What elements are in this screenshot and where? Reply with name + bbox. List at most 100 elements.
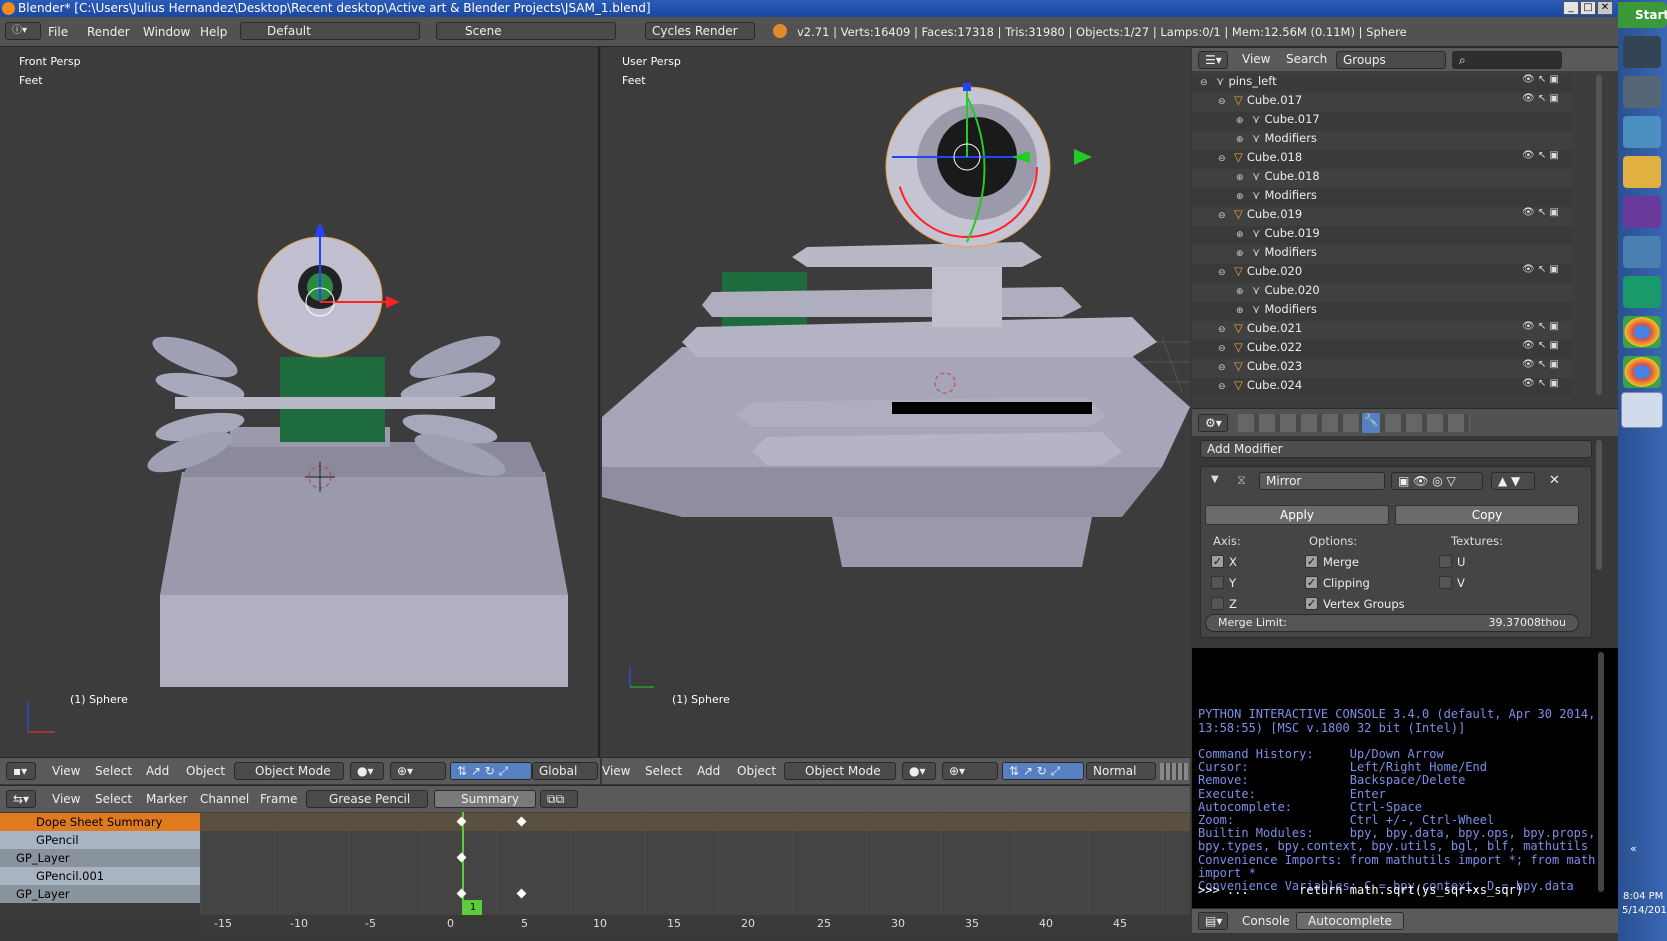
keyframe-icon[interactable] [456,852,467,863]
properties-scrollbar[interactable] [1596,440,1602,570]
menu-object[interactable]: Object [737,764,776,778]
outliner-row[interactable]: ⊕ ⋎ Cube.018 [1192,169,1572,188]
render-engine-select[interactable]: Cycles Render [645,22,755,40]
menu-frame[interactable]: Frame [260,792,297,806]
outliner-row[interactable]: ⊕ ⋎ Modifiers [1192,188,1572,207]
editor-type-icon[interactable]: ⇆▾ [6,790,36,808]
layers-grid-icon[interactable] [1160,763,1188,780]
plus-icon[interactable]: ⊕ [1236,135,1246,145]
outliner-row[interactable]: ⊖ ▽ Cube.018 👁 ↖ ▣ [1192,150,1572,169]
mode-select[interactable]: Object Mode [234,762,344,780]
menu-add[interactable]: Add [697,764,720,778]
editor-type-icon[interactable]: ▪▾ [6,762,36,780]
keyframe-icon[interactable] [516,888,527,899]
visibility-eye-icon[interactable]: 👁 ↖ ▣ [1522,150,1559,161]
plus-icon[interactable]: ⊕ [1236,249,1246,259]
layout-selector[interactable]: Default [240,22,420,40]
expand-arrow-icon[interactable]: ⊖ [1218,363,1228,373]
expand-arrow-icon[interactable]: ⊖ [1218,325,1228,335]
folder-icon[interactable] [1623,156,1661,188]
properties-context-tabs[interactable] [1238,414,1470,432]
shading-select[interactable]: ●▾ [350,762,384,780]
chrome-icon[interactable] [1623,356,1661,388]
outliner-search-input[interactable]: ⌕ [1452,51,1562,69]
outliner-display-select[interactable]: Groups [1336,51,1446,69]
manipulator-toggles[interactable]: ⇅ ↗ ↻ ⤢ [450,762,532,780]
menu-view[interactable]: View [602,764,630,778]
menu-add[interactable]: Add [146,764,169,778]
outliner-row[interactable]: ⊖ ▽ Cube.019 👁 ↖ ▣ [1192,207,1572,226]
outliner-row[interactable]: ⊖ ▽ Cube.023 👁 ↖ ▣ [1192,359,1572,378]
manipulator-toggles[interactable]: ⇅ ↗ ↻ ⤢ [1002,762,1084,780]
apply-button[interactable]: Apply [1205,505,1389,525]
menu-select[interactable]: Select [95,764,132,778]
option-checkbox[interactable]: ✓ [1305,597,1318,610]
menu-view[interactable]: View [52,764,80,778]
outliner-row[interactable]: ⊕ ⋎ Modifiers [1192,245,1572,264]
visibility-eye-icon[interactable]: 👁 ↖ ▣ [1522,74,1559,85]
keyframe-icon[interactable] [456,888,467,899]
expand-tray-icon[interactable]: « [1630,842,1637,855]
menu-file[interactable]: File [48,25,68,39]
copy-button[interactable]: Copy [1395,505,1579,525]
menu-channel[interactable]: Channel [200,792,249,806]
orientation-select[interactable]: Normal [1086,762,1156,780]
axis-checkbox[interactable] [1211,576,1224,589]
scene-selector[interactable]: Scene [436,22,616,40]
orientation-select[interactable]: Global [532,762,598,780]
dopesheet-timeline[interactable]: 1 [200,812,1190,915]
menu-view[interactable]: View [52,792,80,806]
editor-type-icon[interactable]: ⓘ▾ [5,22,41,40]
outliner-row[interactable]: ⊕ ⋎ Cube.019 [1192,226,1572,245]
shading-select[interactable]: ●▾ [902,762,936,780]
editor-type-icon[interactable]: ▤▾ [1198,912,1228,930]
minimize-button[interactable]: _ [1563,1,1579,15]
menu-select[interactable]: Select [95,792,132,806]
visibility-eye-icon[interactable]: 👁 ↖ ▣ [1522,321,1559,332]
wrench-icon[interactable]: 🔧 [1362,413,1380,433]
python-console[interactable]: PYTHON INTERACTIVE CONSOLE 3.4.0 (defaul… [1192,648,1618,908]
frame-ruler[interactable]: -15 -10 -5 0 5 10 15 20 25 30 35 40 45 [200,915,1190,933]
channel-gp-layer[interactable]: GP_Layer [0,885,200,903]
merge-limit-field[interactable]: Merge Limit: 39.37008thou [1205,614,1579,632]
outliner-row[interactable]: ⊖ ▽ Cube.024 👁 ↖ ▣ [1192,378,1572,397]
pivot-select[interactable]: ⊕▾ [390,762,446,780]
outliner-row[interactable]: ⊖ ▽ Cube.017 👁 ↖ ▣ [1192,93,1572,112]
menu-render[interactable]: Render [87,25,130,39]
viewport-front[interactable]: Front Persp Feet (1) Sphere [0,47,600,757]
summary-toggle[interactable]: Summary [434,790,536,808]
editor-type-icon[interactable]: ☰▾ [1198,51,1228,69]
menu-view[interactable]: View [1242,52,1270,66]
outliner-row[interactable]: ⊕ ⋎ Cube.017 [1192,112,1572,131]
visibility-eye-icon[interactable]: 👁 ↖ ▣ [1522,378,1559,389]
pivot-select[interactable]: ⊕▾ [942,762,998,780]
app-icon[interactable] [1623,236,1661,268]
remove-modifier-icon[interactable]: ✕ [1549,473,1560,488]
outliner-scrollbar[interactable] [1596,75,1602,395]
editor-type-icon[interactable]: ⚙▾ [1198,414,1228,432]
expand-arrow-icon[interactable]: ⊖ [1218,268,1228,278]
outliner-row[interactable]: ⊖ ▽ Cube.021 👁 ↖ ▣ [1192,321,1572,340]
app-icon[interactable] [1623,76,1661,108]
plus-icon[interactable]: ⊕ [1236,230,1246,240]
outliner-row[interactable]: ⊖ ⋎ pins_left 👁 ↖ ▣ [1192,74,1572,93]
menu-select[interactable]: Select [645,764,682,778]
visibility-eye-icon[interactable]: 👁 ↖ ▣ [1522,207,1559,218]
texture-checkbox[interactable] [1439,576,1452,589]
visibility-eye-icon[interactable]: 👁 ↖ ▣ [1522,264,1559,275]
expand-arrow-icon[interactable]: ⊖ [1218,97,1228,107]
axis-checkbox[interactable]: ✓ [1211,555,1224,568]
option-checkbox[interactable]: ✓ [1305,555,1318,568]
plus-icon[interactable]: ⊕ [1236,306,1246,316]
menu-search[interactable]: Search [1286,52,1327,66]
add-modifier-select[interactable]: Add Modifier [1200,440,1592,458]
visibility-eye-icon[interactable]: 👁 ↖ ▣ [1522,359,1559,370]
expand-arrow-icon[interactable]: ⊖ [1218,344,1228,354]
blender-icon[interactable] [1621,392,1663,428]
autocomplete-button[interactable]: Autocomplete [1296,912,1404,930]
move-up-down-buttons[interactable]: ▲ ▼ [1491,472,1535,490]
outliner-row[interactable]: ⊖ ▽ Cube.022 👁 ↖ ▣ [1192,340,1572,359]
app-icon[interactable] [1623,196,1661,228]
console-prompt[interactable]: >>> ... return math.sqrt(ys_sqr+xs_sqr) [1198,883,1523,897]
option-checkbox[interactable]: ✓ [1305,576,1318,589]
